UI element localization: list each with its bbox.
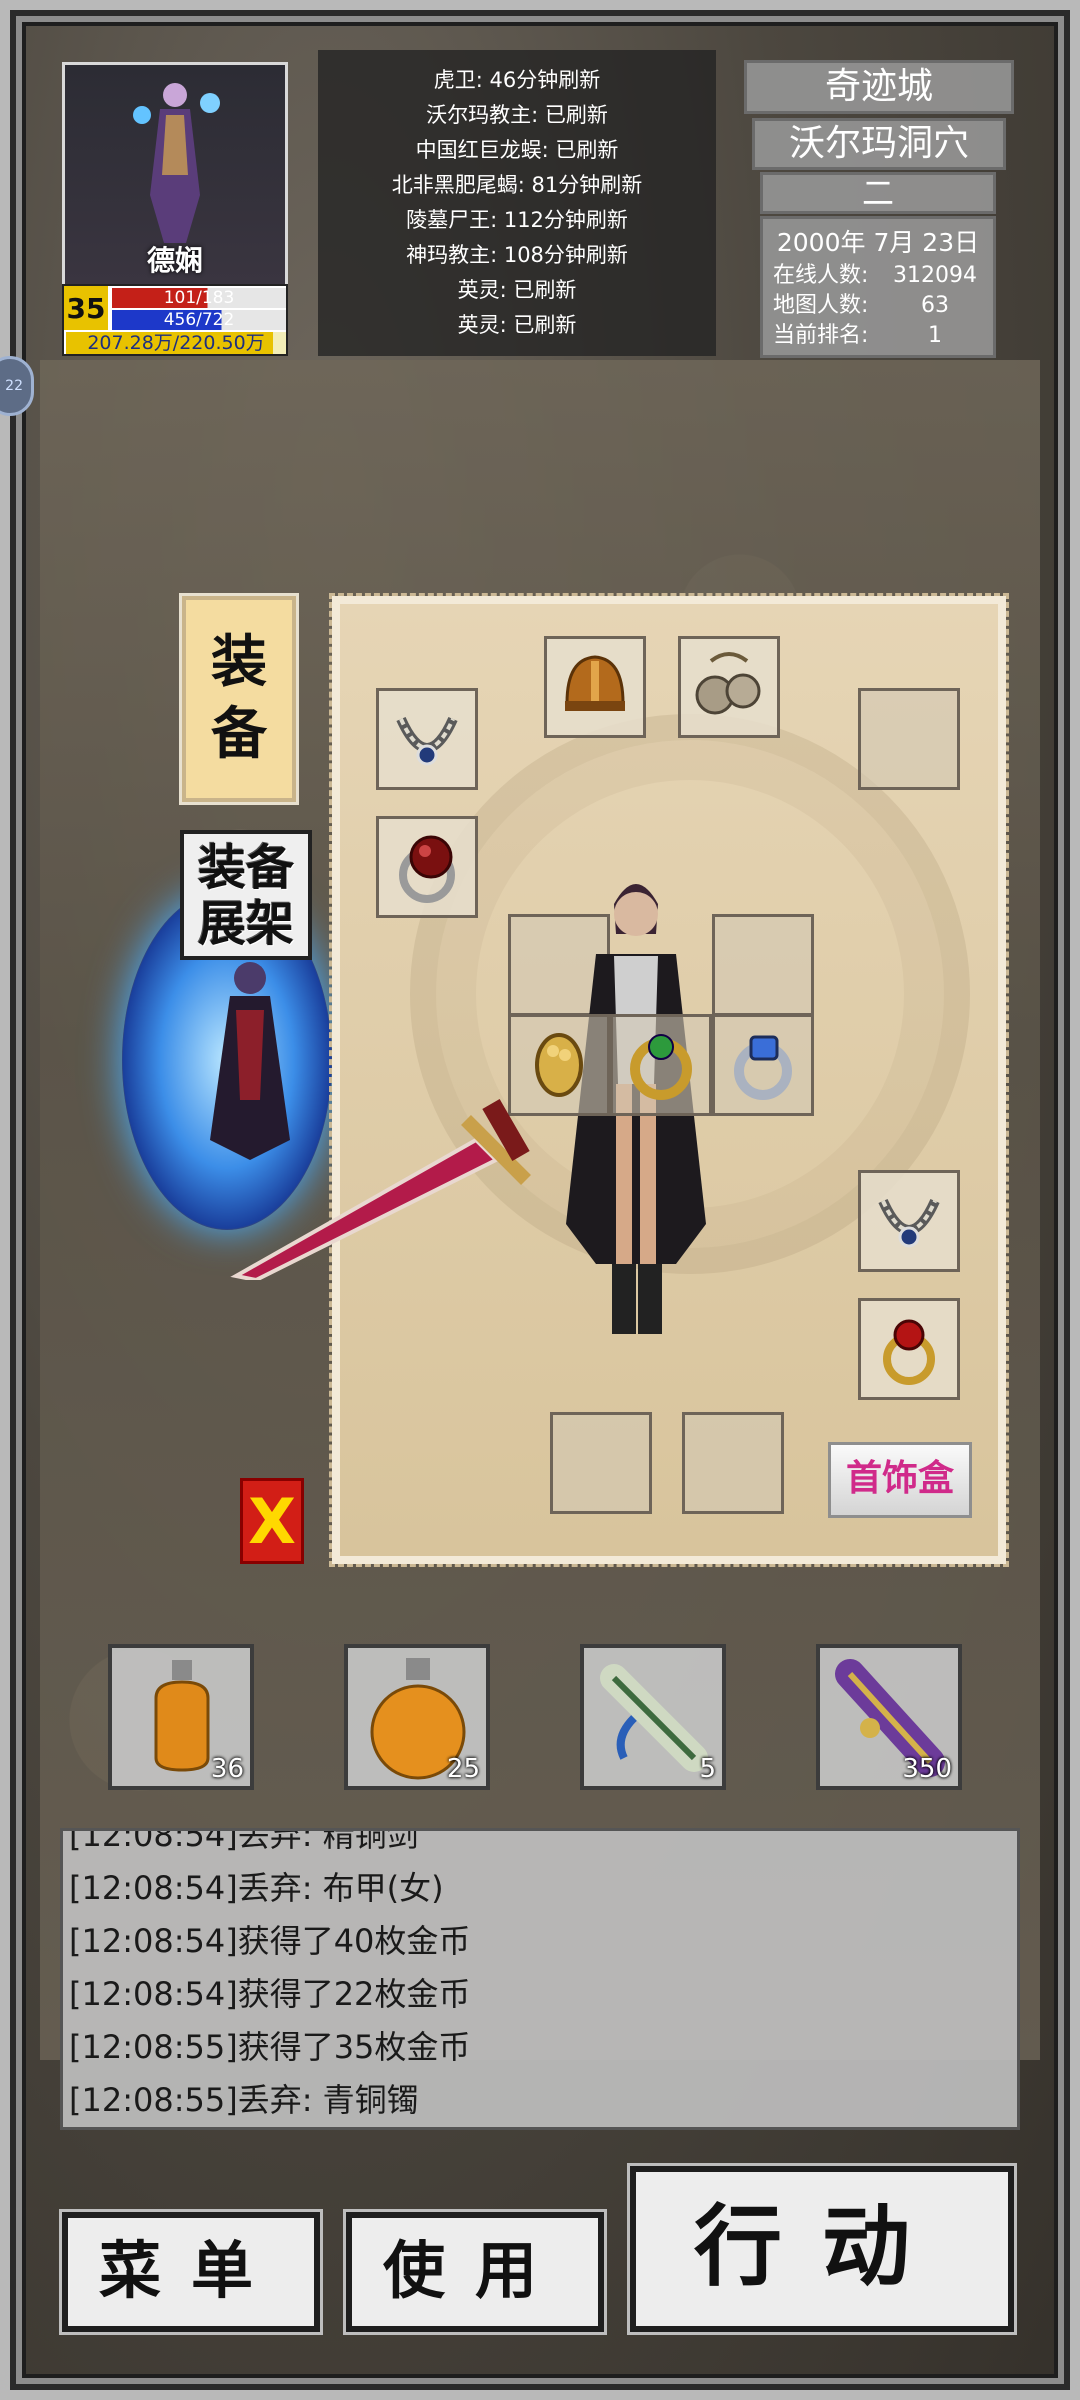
log-line: [12:08:54]获得了40枚金币 <box>69 1922 471 1960</box>
hp-bar: 101/183 <box>112 288 286 308</box>
log-line: [12:08:54]丢弃: 精铜剑 <box>69 1828 419 1854</box>
server-info-box: 2000年 7月 23日 在线人数: 312094 地图人数: 63 当前排名:… <box>760 216 996 358</box>
boss-line-partial <box>318 50 716 63</box>
boss-line: 虎卫: 46分钟刷新 <box>433 68 601 92</box>
quick-item-count: 25 <box>446 1754 480 1784</box>
mp-bar: 456/722 <box>112 310 286 330</box>
slot-empty-bottom-1[interactable] <box>550 1412 652 1514</box>
slot-ring-right[interactable] <box>858 1298 960 1400</box>
online-count-row: 在线人数: 312094 <box>773 261 983 291</box>
emerald-ring-icon <box>630 1034 692 1100</box>
close-button[interactable]: X <box>240 1478 304 1564</box>
exp-bar: 207.28万/220.50万 <box>66 332 286 354</box>
rack-label-2: 展架 <box>197 896 294 952</box>
character-portrait-icon <box>133 83 220 243</box>
location-floor: 二 <box>760 172 996 214</box>
boss-refresh-panel[interactable]: 虎卫: 46分钟刷新 沃尔玛教主: 已刷新 中国红巨龙蜈: 已刷新 北非黑肥尾蝎… <box>318 50 716 356</box>
log-line: [12:08:55]丢弃: 青铜镯 <box>69 2081 419 2119</box>
use-button[interactable]: 使用 <box>343 2209 607 2335</box>
map-count-row: 地图人数: 63 <box>773 291 983 321</box>
gold-ruby-ring-icon <box>883 1319 935 1385</box>
equipment-tab[interactable]: 装 备 <box>179 593 299 805</box>
sapphire-ring-icon <box>734 1035 792 1100</box>
boss-line: 英灵: 已刷新 <box>457 313 577 337</box>
sword-icon <box>230 1099 531 1280</box>
rank-value: 1 <box>928 323 942 348</box>
slot-empty-bottom-2[interactable] <box>682 1412 784 1514</box>
rank-row: 当前排名: 1 <box>773 321 983 351</box>
boss-line: 英灵: 已刷新 <box>457 278 577 302</box>
online-value: 312094 <box>893 263 977 288</box>
necklace-icon <box>396 716 458 766</box>
helmet-icon <box>565 655 625 711</box>
map-value: 63 <box>921 293 949 318</box>
online-label: 在线人数: <box>773 263 869 288</box>
menu-button[interactable]: 菜单 <box>59 2209 323 2335</box>
log-line: [12:08:55]获得了35枚金币 <box>69 2028 471 2066</box>
slot-ring-left[interactable] <box>376 816 478 918</box>
equipment-tab-label-1: 装 <box>211 630 267 695</box>
log-line: [12:08:54]获得了22枚金币 <box>69 1975 471 2013</box>
quick-item-slot[interactable]: 25 <box>344 1644 490 1790</box>
character-name: 德娴 <box>146 244 203 277</box>
accessory-box-button[interactable]: 首饰盒 <box>828 1442 972 1518</box>
game-date: 2000年 7月 23日 <box>776 228 980 257</box>
message-log[interactable]: [12:08:54]丢弃: 精铜剑 [12:08:54]丢弃: 布甲(女) [1… <box>60 1828 1020 2130</box>
map-label: 地图人数: <box>773 293 869 318</box>
bell-charm-icon <box>695 652 761 715</box>
log-line: [12:08:54]丢弃: 布甲(女) <box>69 1869 444 1907</box>
action-button[interactable]: 行动 <box>627 2163 1017 2335</box>
location-area: 沃尔玛洞穴 <box>752 118 1006 170</box>
necklace-right-icon <box>878 1198 940 1248</box>
slot-helmet[interactable] <box>544 636 646 738</box>
quick-item-slot[interactable]: 350 <box>816 1644 962 1790</box>
quick-item-count: 350 <box>902 1754 952 1784</box>
boss-line: 北非黑肥尾蝎: 81分钟刷新 <box>391 173 643 197</box>
rank-label: 当前排名: <box>773 323 869 348</box>
scroll-icon <box>600 1664 708 1772</box>
boss-line: 神玛教主: 108分钟刷新 <box>406 243 628 267</box>
quick-item-slot[interactable]: 36 <box>108 1644 254 1790</box>
ruby-ring-icon <box>399 835 455 903</box>
quick-item-slot[interactable]: 5 <box>580 1644 726 1790</box>
slot-ring-emerald[interactable] <box>610 1014 712 1116</box>
boss-line: 沃尔玛教主: 已刷新 <box>426 103 608 127</box>
rack-label-1: 装备 <box>197 840 294 896</box>
level-badge: 35 <box>64 286 108 330</box>
slot-necklace-right[interactable] <box>858 1170 960 1272</box>
slot-medal[interactable] <box>678 636 780 738</box>
character-stats: 35 101/183 456/722 207.28万/220.50万 <box>62 284 288 356</box>
equipment-tab-label-2: 备 <box>211 702 267 767</box>
boss-line: 陵墓尸王: 112分钟刷新 <box>406 208 628 232</box>
side-badge-label: 22 <box>5 378 23 394</box>
slot-ring-sapphire[interactable] <box>712 1014 814 1116</box>
character-portrait-card[interactable]: 德娴 <box>62 62 288 288</box>
slot-necklace[interactable] <box>376 688 478 790</box>
quick-item-count: 36 <box>210 1754 244 1784</box>
location-city: 奇迹城 <box>744 60 1014 114</box>
equipment-rack-button[interactable]: 装备 展架 <box>180 830 312 960</box>
quick-item-count: 5 <box>699 1754 716 1784</box>
slot-empty-top-right[interactable] <box>858 688 960 790</box>
boss-line: 中国红巨龙蜈: 已刷新 <box>415 138 619 162</box>
